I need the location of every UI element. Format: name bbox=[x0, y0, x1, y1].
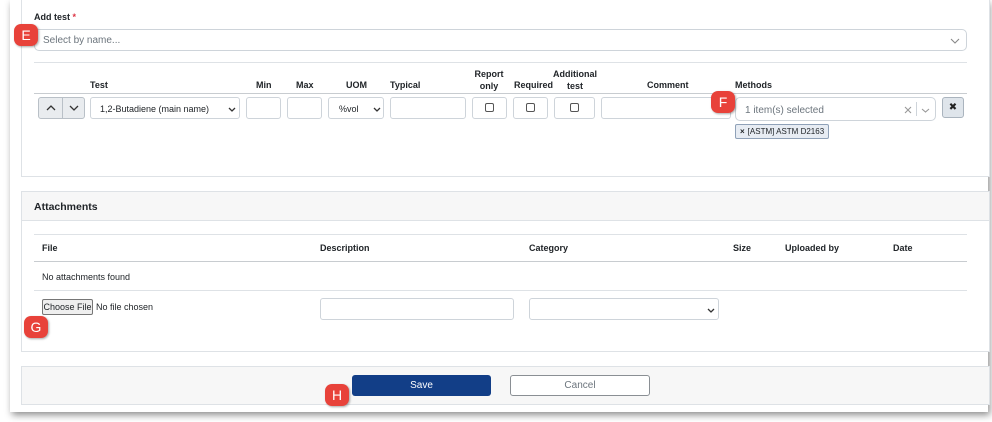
chip-remove-icon[interactable]: × bbox=[740, 127, 745, 136]
chevron-down-icon bbox=[228, 107, 236, 112]
chevron-down-icon bbox=[69, 105, 79, 111]
save-button[interactable]: Save bbox=[352, 375, 491, 396]
close-icon[interactable] bbox=[904, 106, 912, 114]
no-attachments-text: No attachments found bbox=[42, 272, 131, 282]
header-additional-test: Additional test bbox=[553, 69, 597, 91]
header-divider bbox=[34, 93, 967, 94]
att-header-file: File bbox=[42, 243, 58, 253]
choose-file-button[interactable]: Choose File bbox=[42, 299, 93, 315]
header-max: Max bbox=[296, 80, 314, 90]
callout-e: E bbox=[14, 24, 38, 46]
typical-input[interactable] bbox=[390, 97, 466, 119]
add-test-select[interactable]: Select by name... bbox=[34, 29, 967, 51]
att-header-category: Category bbox=[529, 243, 569, 253]
att-header-description: Description bbox=[320, 243, 370, 253]
add-test-card bbox=[21, 0, 990, 177]
att-header-size: Size bbox=[733, 243, 752, 253]
actions-bar bbox=[21, 366, 990, 405]
attachments-header-divider bbox=[34, 261, 967, 262]
uom-select[interactable]: %vol bbox=[328, 97, 384, 119]
method-chip-label: [ASTM] ASTM D2163 bbox=[747, 127, 825, 136]
callout-h: H bbox=[325, 384, 349, 406]
attachments-header-bg bbox=[22, 192, 989, 221]
move-buttons bbox=[38, 97, 85, 119]
min-input[interactable] bbox=[246, 97, 281, 119]
save-label: Save bbox=[410, 380, 433, 391]
move-up-button[interactable] bbox=[39, 98, 62, 118]
additional-test-cell bbox=[554, 97, 595, 119]
header-uom: UOM bbox=[346, 80, 367, 90]
att-header-uploaded-by: Uploaded by bbox=[785, 243, 840, 253]
close-icon: ✖ bbox=[948, 102, 958, 113]
chevron-down-icon bbox=[707, 308, 715, 313]
cancel-button[interactable]: Cancel bbox=[510, 375, 650, 396]
chevron-up-icon bbox=[46, 105, 56, 111]
no-file-chosen-text: No file chosen bbox=[96, 302, 154, 312]
page-frame: Add test * Select by name... Test Min Ma… bbox=[10, 0, 990, 412]
report-only-cell bbox=[472, 97, 507, 119]
max-input[interactable] bbox=[287, 97, 322, 119]
uom-select-value: %vol bbox=[339, 104, 359, 114]
chevron-down-icon bbox=[921, 108, 930, 113]
header-min: Min bbox=[256, 80, 272, 90]
callout-g: G bbox=[24, 316, 48, 338]
attachments-top-divider bbox=[34, 234, 967, 235]
attachments-title: Attachments bbox=[34, 201, 98, 213]
required-checkbox[interactable] bbox=[526, 103, 535, 112]
remove-row-button[interactable]: ✖ bbox=[942, 97, 964, 118]
att-header-date: Date bbox=[893, 243, 913, 253]
choose-file-label: Choose File bbox=[43, 302, 92, 312]
header-test: Test bbox=[90, 80, 108, 90]
divider bbox=[34, 62, 967, 63]
test-select-value: 1,2-Butadiene (main name) bbox=[100, 104, 210, 114]
required-cell bbox=[513, 97, 548, 119]
description-input[interactable] bbox=[320, 298, 514, 320]
header-required: Required bbox=[514, 80, 554, 90]
header-typical: Typical bbox=[390, 80, 421, 90]
header-comment: Comment bbox=[647, 80, 689, 90]
header-report-only: Report only bbox=[474, 69, 504, 91]
chevron-down-icon bbox=[950, 38, 960, 44]
method-chip: × [ASTM] ASTM D2163 bbox=[735, 124, 830, 139]
header-methods: Methods bbox=[735, 80, 772, 90]
attachments-row-divider bbox=[34, 290, 967, 291]
test-select[interactable]: 1,2-Butadiene (main name) bbox=[90, 97, 240, 119]
chevron-down-icon bbox=[373, 107, 381, 112]
additional-test-checkbox[interactable] bbox=[570, 103, 579, 112]
methods-summary: 1 item(s) selected bbox=[745, 105, 824, 116]
report-only-checkbox[interactable] bbox=[485, 103, 494, 112]
methods-select[interactable]: 1 item(s) selected bbox=[735, 97, 936, 121]
move-down-button[interactable] bbox=[63, 98, 85, 118]
required-mark: * bbox=[72, 12, 77, 22]
category-select[interactable] bbox=[529, 298, 719, 320]
methods-separator bbox=[916, 102, 917, 116]
add-test-placeholder: Select by name... bbox=[43, 35, 121, 46]
callout-f: F bbox=[711, 91, 735, 113]
cancel-label: Cancel bbox=[564, 380, 596, 391]
add-test-label: Add test * bbox=[34, 12, 77, 22]
